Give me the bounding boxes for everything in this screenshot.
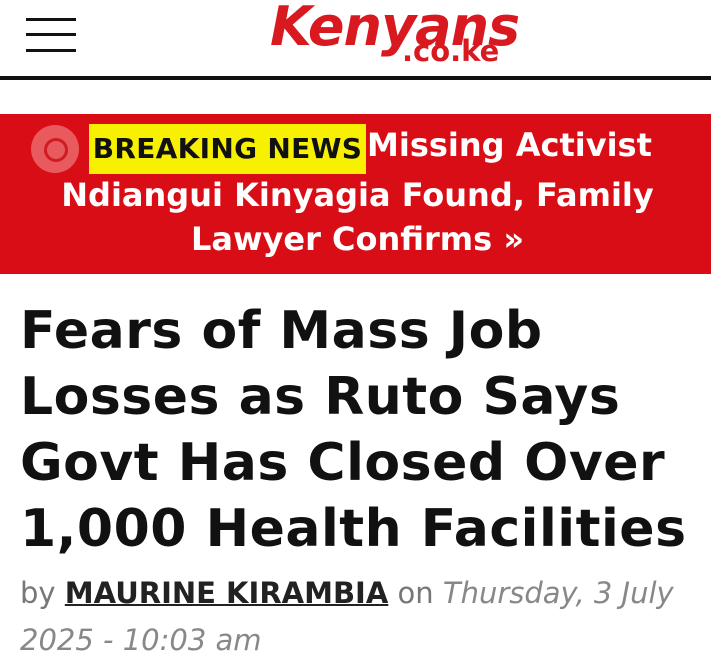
logo-domain: .co.ke <box>402 34 500 68</box>
hamburger-menu-icon[interactable] <box>26 18 78 54</box>
menu-bar <box>26 49 76 52</box>
menu-bar <box>26 18 76 21</box>
site-header: Kenyans .co.ke <box>0 0 711 80</box>
breaking-headline-line2: Ndiangui Kinyagia Found, Family <box>61 176 654 214</box>
byline-on: on <box>397 576 434 610</box>
menu-bar <box>26 33 76 36</box>
site-logo[interactable]: Kenyans .co.ke <box>270 0 530 76</box>
article-title: Fears of Mass Job Losses as Ruto Says Go… <box>20 301 687 559</box>
author-link[interactable]: MAURINE KIRAMBIA <box>65 576 389 610</box>
breaking-news-badge: BREAKING NEWS <box>89 124 366 174</box>
breaking-headline-line3: Lawyer Confirms » <box>191 220 524 258</box>
article-byline: by MAURINE KIRAMBIA on Thursday, 3 July … <box>20 570 700 664</box>
byline-by: by <box>20 576 56 610</box>
